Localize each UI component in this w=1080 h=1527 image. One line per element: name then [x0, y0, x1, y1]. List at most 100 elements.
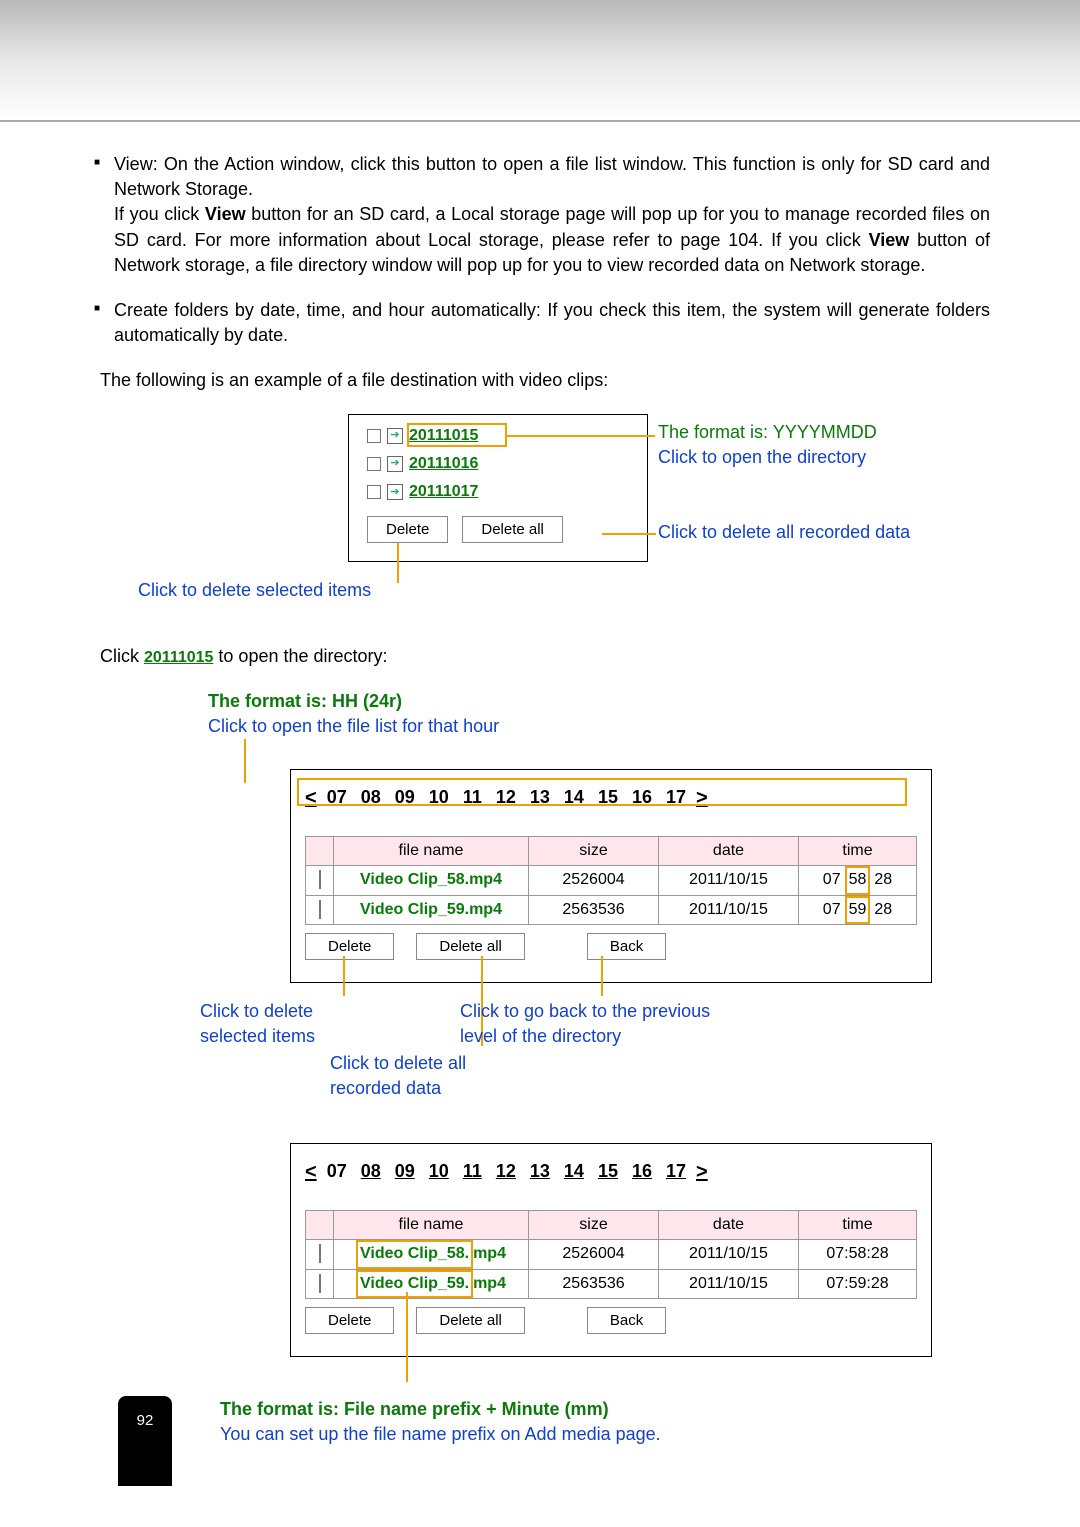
- hour-09[interactable]: 09: [391, 785, 419, 810]
- view-bold-2: View: [869, 230, 910, 250]
- file-link[interactable]: Video Clip_59.mp4: [334, 895, 529, 924]
- th-filename: file name: [334, 836, 529, 865]
- hour-panel-1: < 07 08 09 10 11 12 13 14 15 16 17 >: [290, 769, 932, 983]
- folder-link-2[interactable]: 20111017: [409, 481, 478, 503]
- click-to-open: Click 20111015 to open the directory:: [100, 644, 990, 669]
- file-link[interactable]: Video Clip_58.mp4: [334, 866, 529, 895]
- anno-format-hh: The format is: HH (24r): [208, 689, 499, 714]
- file-size: 2563536: [529, 1269, 659, 1298]
- hour-13[interactable]: 13: [526, 785, 554, 810]
- checkbox[interactable]: [367, 485, 381, 499]
- checkbox[interactable]: [319, 1244, 321, 1263]
- hour-13[interactable]: 13: [526, 1159, 554, 1184]
- hour-panel-2: < 07 08 09 10 11 12 13 14 15 16 17 >: [290, 1143, 932, 1357]
- checkbox[interactable]: [367, 429, 381, 443]
- hour-16[interactable]: 16: [628, 785, 656, 810]
- delete-all-button[interactable]: Delete all: [462, 516, 563, 543]
- anno-format-ymd: The format is: YYYYMMDD: [658, 420, 877, 445]
- folder-link-1[interactable]: 20111016: [409, 453, 478, 475]
- bullet-view-p2a: If you click: [114, 204, 205, 224]
- file-date: 2011/10/15: [659, 866, 799, 895]
- th-time: time: [799, 836, 917, 865]
- nav-next[interactable]: >: [696, 1158, 708, 1186]
- hour-nav: < 07 08 09 10 11 12 13 14 15 16 17 >: [305, 1158, 917, 1186]
- hour-nav: < 07 08 09 10 11 12 13 14 15 16 17 >: [305, 784, 917, 812]
- anno-del-all2: Click to delete all recorded data: [330, 1051, 466, 1101]
- file-link[interactable]: Video Clip_58.mp4: [334, 1240, 529, 1269]
- checkbox[interactable]: [319, 900, 321, 919]
- hour-10[interactable]: 10: [425, 785, 453, 810]
- delete-all-button[interactable]: Delete all: [416, 1307, 525, 1334]
- arrow-right-icon: ➔: [387, 428, 403, 444]
- checkbox[interactable]: [367, 457, 381, 471]
- anno-open-dir: Click to open the directory: [658, 445, 877, 470]
- delete-button[interactable]: Delete: [305, 933, 394, 960]
- file-date: 2011/10/15: [659, 1269, 799, 1298]
- hour-17[interactable]: 17: [662, 1159, 690, 1184]
- hour-11[interactable]: 11: [459, 1159, 486, 1184]
- back-button[interactable]: Back: [587, 1307, 666, 1334]
- table-row: Video Clip_58.mp4 2526004 2011/10/15 07:…: [306, 1240, 917, 1269]
- th-time: time: [799, 1211, 917, 1240]
- table-row: Video Clip_59.mp4 2563536 2011/10/15 075…: [306, 895, 917, 924]
- file-date: 2011/10/15: [659, 1240, 799, 1269]
- table-row: Video Clip_59.mp4 2563536 2011/10/15 07:…: [306, 1269, 917, 1298]
- checkbox[interactable]: [319, 1274, 321, 1293]
- para-following: The following is an example of a file de…: [100, 368, 990, 393]
- file-size: 2563536: [529, 895, 659, 924]
- hour-07[interactable]: 07: [323, 1159, 351, 1184]
- hour-17[interactable]: 17: [662, 785, 690, 810]
- nav-next[interactable]: >: [696, 784, 708, 812]
- nav-prev[interactable]: <: [305, 784, 317, 812]
- anno-go-back: Click to go back to the previous level o…: [460, 999, 710, 1049]
- hour-08[interactable]: 08: [357, 1159, 385, 1184]
- hour-14[interactable]: 14: [560, 785, 588, 810]
- folder-link-0[interactable]: 20111015: [409, 425, 478, 447]
- anno-format-prefix: The format is: File name prefix + Minute…: [220, 1397, 990, 1422]
- th-date: date: [659, 1211, 799, 1240]
- hour-12[interactable]: 12: [492, 1159, 520, 1184]
- back-button[interactable]: Back: [587, 933, 666, 960]
- file-table: file name size date time Video Clip_58.m…: [305, 836, 917, 925]
- delete-button[interactable]: Delete: [305, 1307, 394, 1334]
- hour-14[interactable]: 14: [560, 1159, 588, 1184]
- folder-row-1: ➔ 20111016: [367, 453, 629, 475]
- hour-10[interactable]: 10: [425, 1159, 453, 1184]
- table-row: Video Clip_58.mp4 2526004 2011/10/15 075…: [306, 866, 917, 895]
- anno-open-hour: Click to open the file list for that hou…: [208, 714, 499, 739]
- bullet-view-p2b: button for an SD card, a Local storage p…: [114, 204, 990, 249]
- hour-09[interactable]: 09: [391, 1159, 419, 1184]
- th-size: size: [529, 836, 659, 865]
- delete-all-button[interactable]: Delete all: [416, 933, 525, 960]
- bullet-view: View: On the Action window, click this b…: [100, 152, 990, 278]
- th-date: date: [659, 836, 799, 865]
- hour-11[interactable]: 11: [459, 785, 486, 810]
- folder-row-2: ➔ 20111017: [367, 481, 629, 503]
- file-date: 2011/10/15: [659, 895, 799, 924]
- hour-08[interactable]: 08: [357, 785, 385, 810]
- link-20111015[interactable]: 20111015: [144, 649, 213, 666]
- anno-delete-sel: Click to delete selected items: [138, 578, 371, 603]
- anno-del-sel2: Click to delete selected items: [200, 999, 315, 1049]
- checkbox[interactable]: [319, 870, 321, 889]
- file-size: 2526004: [529, 866, 659, 895]
- hour-15[interactable]: 15: [594, 1159, 622, 1184]
- file-link[interactable]: Video Clip_59.mp4: [334, 1269, 529, 1298]
- arrow-right-icon: ➔: [387, 456, 403, 472]
- arrow-right-icon: ➔: [387, 484, 403, 500]
- file-time: 075928: [799, 895, 917, 924]
- anno-prefix-note: You can set up the file name prefix on A…: [220, 1422, 990, 1447]
- hour-16[interactable]: 16: [628, 1159, 656, 1184]
- anno-delete-all: Click to delete all recorded data: [658, 520, 910, 545]
- bullet-create-folders: Create folders by date, time, and hour a…: [100, 298, 990, 348]
- file-time: 075828: [799, 866, 917, 895]
- view-bold-1: View: [205, 204, 246, 224]
- delete-button[interactable]: Delete: [367, 516, 448, 543]
- folder-panel: ➔ 20111015 ➔ 20111016 ➔ 20111017 Delete …: [348, 414, 648, 562]
- file-size: 2526004: [529, 1240, 659, 1269]
- hour-15[interactable]: 15: [594, 785, 622, 810]
- file-table: file name size date time Video Clip_58.m…: [305, 1210, 917, 1299]
- nav-prev[interactable]: <: [305, 1158, 317, 1186]
- hour-12[interactable]: 12: [492, 785, 520, 810]
- hour-07[interactable]: 07: [323, 785, 351, 810]
